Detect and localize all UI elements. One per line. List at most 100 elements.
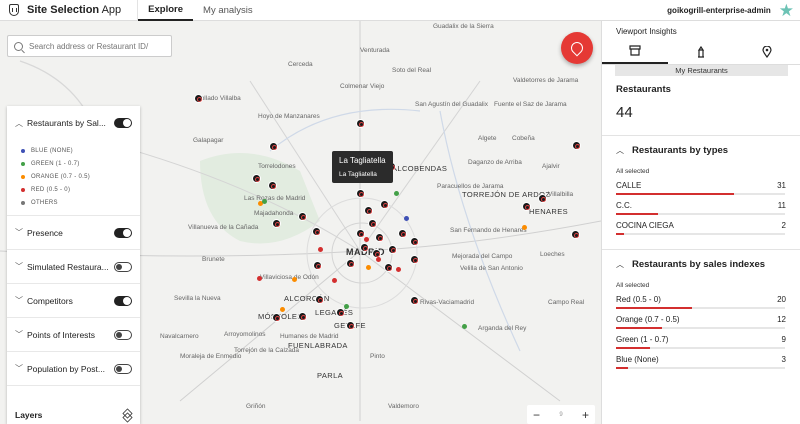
restaurant-marker[interactable] [571, 230, 580, 239]
restaurant-marker[interactable] [380, 200, 389, 209]
sales-index-dot[interactable] [292, 277, 297, 282]
restaurant-marker[interactable] [538, 194, 547, 203]
layer-toggle[interactable] [114, 363, 132, 374]
layer-toggle[interactable] [114, 329, 132, 340]
restaurant-marker[interactable] [572, 141, 581, 150]
restaurant-marker[interactable] [252, 174, 261, 183]
insights-tabs [602, 39, 800, 65]
restaurant-marker[interactable] [410, 296, 419, 305]
restaurant-marker[interactable] [522, 202, 531, 211]
zoom-in-button[interactable]: + [582, 408, 589, 422]
restaurant-marker[interactable] [269, 142, 278, 151]
restaurant-marker[interactable] [346, 321, 355, 330]
restaurant-marker[interactable] [368, 219, 377, 228]
restaurant-marker[interactable] [315, 295, 324, 304]
category-bar-row[interactable]: Red (0.5 - 0) 20 [602, 289, 800, 309]
restaurant-marker[interactable] [194, 94, 203, 103]
layers-stack-icon[interactable] [122, 410, 132, 420]
category-bar-row[interactable]: C.C. 11 [602, 195, 800, 215]
restaurant-marker[interactable] [298, 212, 307, 221]
sales-index-dot[interactable] [257, 276, 262, 281]
chevron-up-icon[interactable]: ︿ [15, 118, 27, 129]
layer-row-population[interactable]: ﹀ Population by Post... [7, 352, 140, 386]
all-selected-label[interactable]: All selected [602, 156, 800, 175]
map-place-label: Arroyomolinos [224, 331, 266, 338]
restaurant-marker[interactable] [312, 227, 321, 236]
tab-my-analysis[interactable]: My analysis [193, 0, 263, 21]
restaurant-marker[interactable] [268, 181, 277, 190]
restaurant-marker[interactable] [272, 313, 281, 322]
all-selected-label[interactable]: All selected [602, 270, 800, 289]
layer-row-presence[interactable]: ﹀ Presence [7, 216, 140, 250]
chevron-down-icon[interactable]: ﹀ [15, 227, 27, 238]
location-target-button[interactable] [561, 32, 593, 64]
sales-index-dot[interactable] [376, 257, 381, 262]
sales-index-dot[interactable] [366, 265, 371, 270]
restaurant-marker[interactable] [336, 308, 345, 317]
restaurant-marker[interactable] [356, 119, 365, 128]
layer-toggle[interactable] [114, 295, 132, 306]
restaurant-marker[interactable] [356, 189, 365, 198]
section-restaurants-by-types[interactable]: ︿ Restaurants by types [602, 136, 800, 156]
sales-index-dot[interactable] [344, 304, 349, 309]
chevron-down-icon[interactable]: ﹀ [15, 295, 27, 306]
category-bar-row[interactable]: Green (1 - 0.7) 9 [602, 329, 800, 349]
layer-row-competitors[interactable]: ﹀ Competitors [7, 284, 140, 318]
category-bar-row[interactable]: COCINA CIEGA 2 [602, 215, 800, 235]
category-bar-row[interactable]: CALLE 31 [602, 175, 800, 195]
restaurant-marker[interactable] [384, 263, 393, 272]
restaurant-marker[interactable] [272, 219, 281, 228]
chevron-up-icon[interactable]: ︿ [616, 145, 624, 156]
chevron-up-icon[interactable]: ︿ [616, 259, 624, 270]
restaurant-marker[interactable] [360, 243, 369, 252]
layer-row-points-of-interest[interactable]: ﹀ Points of Interests [7, 318, 140, 352]
sales-index-dot[interactable] [462, 324, 467, 329]
restaurant-marker[interactable] [298, 312, 307, 321]
layers-footer[interactable]: Layers [7, 405, 140, 424]
bar-fill [616, 327, 662, 329]
user-account-name[interactable]: goikogrill-enterprise-admin [667, 6, 771, 15]
location-target-icon [568, 39, 586, 57]
tab-restaurants[interactable] [602, 39, 668, 64]
category-bar-row[interactable]: Blue (None) 3 [602, 349, 800, 369]
tab-explore[interactable]: Explore [138, 0, 194, 21]
sales-index-dot[interactable] [396, 267, 401, 272]
category-bar-row[interactable]: Orange (0.7 - 0.5) 12 [602, 309, 800, 329]
restaurant-marker[interactable] [346, 259, 355, 268]
map-place-label: Villalbilla [548, 191, 574, 198]
restaurant-marker[interactable] [364, 206, 373, 215]
restaurant-marker[interactable] [410, 255, 419, 264]
star-icon[interactable]: ★ [779, 2, 794, 19]
restaurant-marker[interactable] [375, 233, 384, 242]
layer-row-simulated-restaurants[interactable]: ﹀ Simulated Restaura... [7, 250, 140, 284]
restaurant-marker[interactable] [388, 245, 397, 254]
tab-location[interactable] [734, 39, 800, 64]
sales-index-dot[interactable] [280, 307, 285, 312]
sales-index-dot[interactable] [318, 247, 323, 252]
sales-index-dot[interactable] [404, 216, 409, 221]
sales-index-dot[interactable] [332, 278, 337, 283]
sales-index-dot[interactable] [394, 191, 399, 196]
tab-tower[interactable] [668, 39, 734, 64]
chevron-down-icon[interactable]: ﹀ [15, 261, 27, 272]
chevron-down-icon[interactable]: ﹀ [15, 329, 27, 340]
search-bar[interactable] [7, 35, 172, 57]
zoom-out-button[interactable]: − [533, 408, 540, 422]
sales-index-dot[interactable] [364, 237, 369, 242]
map-place-label: FUENLABRADA [288, 341, 348, 350]
restaurant-marker[interactable] [410, 237, 419, 246]
search-input[interactable] [29, 41, 169, 51]
sales-index-dot[interactable] [522, 225, 527, 230]
sales-index-dot[interactable] [262, 199, 267, 204]
map-place-label: Pinto [370, 353, 385, 360]
category-count: 12 [777, 315, 786, 324]
restaurant-marker[interactable] [313, 261, 322, 270]
layer-row-restaurants-by-sales[interactable]: ︿ Restaurants by Sal... [7, 106, 140, 140]
section-restaurants-by-sales[interactable]: ︿ Restaurants by sales indexes [602, 250, 800, 270]
layer-toggle[interactable] [114, 261, 132, 272]
chevron-down-icon[interactable]: ﹀ [15, 363, 27, 374]
restaurant-marker[interactable] [356, 229, 365, 238]
restaurant-marker[interactable] [398, 229, 407, 238]
layer-toggle[interactable] [114, 227, 132, 238]
layer-toggle[interactable] [114, 118, 132, 128]
